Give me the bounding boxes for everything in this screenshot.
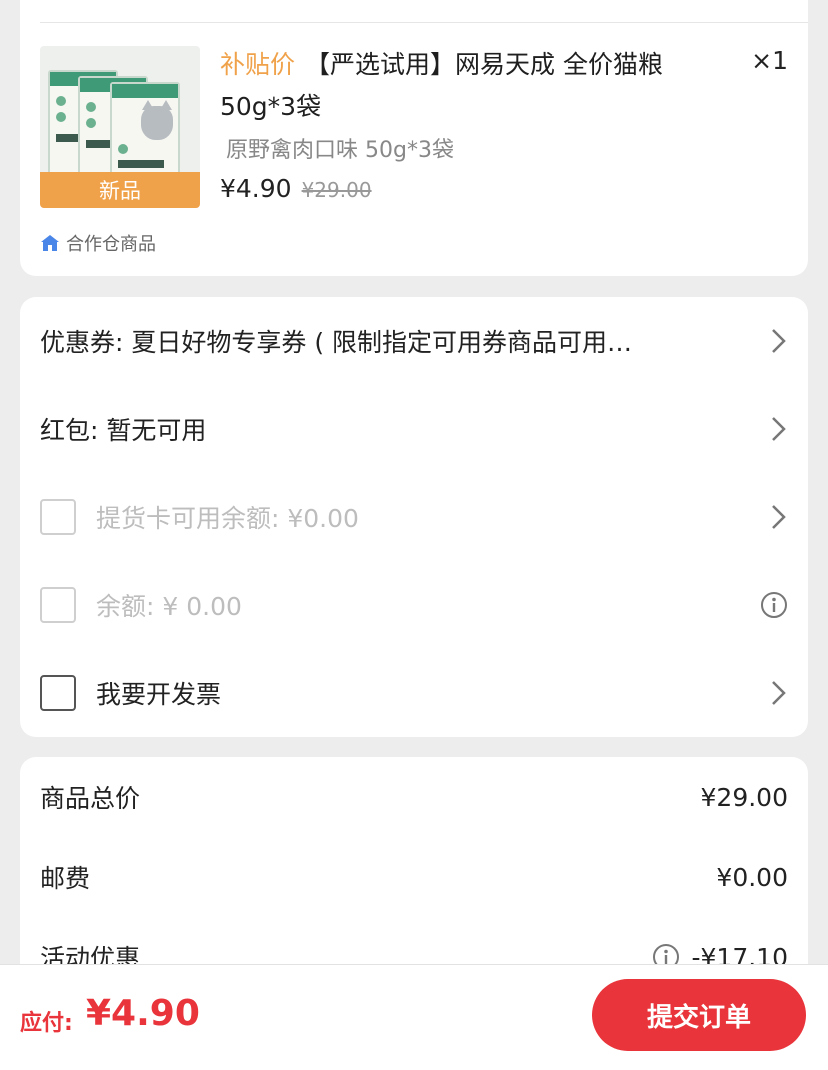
product-thumbnail[interactable]: 新品 [40, 46, 200, 208]
payment-options-card: 优惠券: 夏日好物专享券 ( 限制指定可用券商品可用… 红包: 暂无可用 提货卡… [20, 297, 808, 737]
product-original-price: ¥29.00 [301, 178, 372, 202]
gift-card-row[interactable]: 提货卡可用余额: ¥0.00 [40, 473, 788, 561]
gift-card-label: 提货卡可用余额: ¥0.00 [96, 504, 359, 533]
red-packet-row[interactable]: 红包: 暂无可用 [40, 385, 788, 473]
submit-order-button[interactable]: 提交订单 [592, 979, 806, 1051]
house-icon [41, 235, 59, 251]
divider [40, 22, 808, 23]
product-card: 新品 补贴价 【严选试用】网易天成 全价猫粮50g*3袋 ×1 原野禽肉口味 50… [20, 0, 808, 276]
balance-label: 余额: ¥ 0.00 [96, 592, 242, 621]
product-title[interactable]: 补贴价 【严选试用】网易天成 全价猫粮50g*3袋 [220, 44, 720, 128]
invoice-label: 我要开发票 [96, 680, 222, 709]
gift-card-checkbox[interactable] [40, 499, 76, 535]
goods-total-value: ¥29.00 [700, 782, 788, 812]
pay-amount: ¥4.90 [86, 993, 200, 1034]
subsidy-price-label: 补贴价 [220, 50, 296, 79]
shipping-label: 邮费 [40, 864, 91, 893]
chevron-right-icon [772, 329, 786, 353]
product-spec: 原野禽肉口味 50g*3袋 [226, 138, 454, 163]
checkout-bar: 应付: ¥4.90 提交订单 [0, 964, 828, 1070]
balance-checkbox[interactable] [40, 587, 76, 623]
product-quantity: ×1 [751, 46, 788, 75]
chevron-right-icon [772, 681, 786, 705]
red-packet-label: 红包: 暂无可用 [40, 416, 207, 445]
coupon-row[interactable]: 优惠券: 夏日好物专享券 ( 限制指定可用券商品可用… [40, 297, 788, 385]
shipping-row: 邮费 ¥0.00 [40, 857, 788, 897]
goods-total-label: 商品总价 [40, 784, 141, 813]
info-icon[interactable] [760, 591, 788, 619]
product-price-block: ¥4.90 ¥29.00 [220, 174, 372, 203]
chevron-right-icon [772, 505, 786, 529]
invoice-row[interactable]: 我要开发票 [40, 649, 788, 737]
chevron-right-icon [772, 417, 786, 441]
shipping-value: ¥0.00 [716, 862, 788, 892]
coupon-label: 优惠券: 夏日好物专享券 ( 限制指定可用券商品可用… [40, 328, 633, 357]
warehouse-label: 合作仓商品 [66, 234, 156, 255]
invoice-checkbox[interactable] [40, 675, 76, 711]
balance-row: 余额: ¥ 0.00 [40, 561, 788, 649]
warehouse-badge: 合作仓商品 [40, 230, 156, 256]
product-price: ¥4.90 [220, 174, 292, 203]
pay-label: 应付: [20, 1011, 73, 1036]
new-product-tag: 新品 [40, 172, 200, 208]
goods-total-row: 商品总价 ¥29.00 [40, 777, 788, 817]
